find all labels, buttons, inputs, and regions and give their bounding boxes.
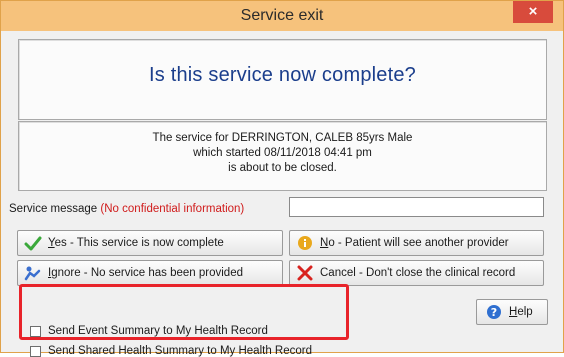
yes-complete-button[interactable]: Yes - This service is now complete: [17, 230, 283, 256]
service-message-label: Service message (No confidential informa…: [9, 203, 244, 215]
service-info-line-1: The service for DERRINGTON, CALEB 85yrs …: [152, 132, 413, 144]
yes-mnemonic: Y: [48, 237, 55, 249]
question-panel: Is this service now complete?: [18, 39, 547, 120]
highlight-annotation-box: [19, 284, 349, 340]
yes-button-label: es - This service is now complete: [54, 237, 224, 249]
x-icon: [296, 264, 314, 282]
title-bar[interactable]: Service exit ×: [1, 1, 563, 31]
ignore-no-service-button[interactable]: Ignore - No service has been provided: [17, 260, 283, 286]
service-info-line-3: is about to be closed.: [228, 162, 337, 174]
service-message-label-text: Service message: [9, 203, 98, 215]
help-icon: ?: [485, 303, 503, 321]
service-message-input[interactable]: [289, 197, 544, 217]
no-another-provider-button[interactable]: No - Patient will see another provider: [289, 230, 544, 256]
dialog-title: Service exit: [240, 7, 324, 24]
help-button-label: elp: [517, 306, 533, 318]
ignore-button-label: gnore - No service has been provided: [51, 267, 243, 279]
help-button[interactable]: ? Help: [476, 299, 548, 325]
question-text: Is this service now complete?: [148, 64, 417, 86]
shared-health-summary-checkbox[interactable]: [30, 345, 41, 357]
service-exit-dialog: Service exit × Is this service now compl…: [0, 0, 564, 357]
close-button[interactable]: ×: [513, 1, 553, 23]
checkmark-icon: [24, 234, 42, 252]
shared-health-summary-checkbox-row[interactable]: Send Shared Health Summary to My Health …: [30, 345, 312, 357]
service-info-line-2: which started 08/11/2018 04:41 pm: [193, 147, 372, 159]
shared-health-summary-label: Send Shared Health Summary to My Health …: [48, 345, 312, 357]
no-button-label: o - Patient will see another provider: [328, 237, 509, 249]
cancel-button-label: Cancel - Don't close the clinical record: [320, 267, 516, 279]
info-icon: [296, 234, 314, 252]
ignore-icon: [24, 264, 42, 282]
svg-text:?: ?: [491, 306, 497, 319]
service-info-panel: The service for DERRINGTON, CALEB 85yrs …: [18, 121, 547, 191]
confidentiality-warning: (No confidential information): [100, 203, 245, 215]
cancel-button[interactable]: Cancel - Don't close the clinical record: [289, 260, 544, 286]
